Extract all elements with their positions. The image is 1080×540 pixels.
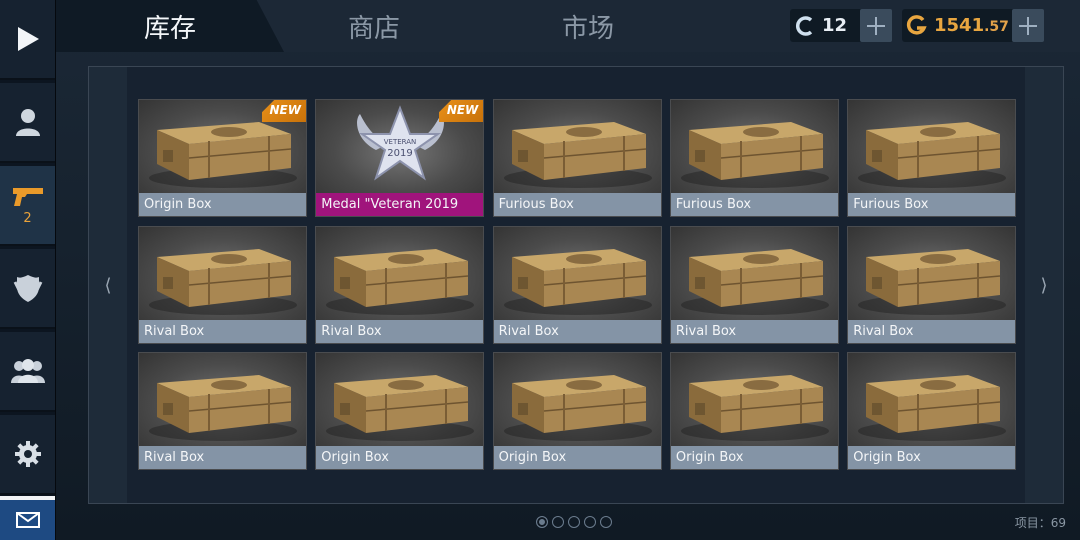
inventory-card-label: Rival Box (139, 319, 306, 343)
inventory-card[interactable]: Rival Box (315, 225, 485, 344)
crate-image (670, 353, 838, 447)
crate-image (139, 353, 306, 447)
crate-image (670, 100, 838, 194)
tab-market[interactable]: 市场 (502, 0, 674, 52)
add-credits-button[interactable] (860, 9, 892, 42)
shield-emblem-icon (13, 275, 42, 302)
crate-image (848, 100, 1016, 194)
sidebar-item-clan[interactable] (0, 249, 55, 329)
sidebar-item-settings[interactable] (0, 415, 55, 495)
top-bar: 库存 商店 市场 12 1541 .57 (56, 0, 1080, 52)
tab-inventory[interactable]: 库存 (56, 0, 284, 52)
inventory-card-label: Origin Box (139, 193, 306, 216)
new-badge: NEW (439, 100, 484, 122)
crate-image (670, 226, 838, 321)
inventory-card[interactable]: Rival Box (138, 352, 307, 470)
gold-value: 1541 (934, 15, 985, 36)
play-icon (17, 27, 39, 51)
inventory-card-label: Rival Box (848, 319, 1016, 343)
inventory-card[interactable]: Origin Box (492, 352, 662, 470)
tab-market-label: 市场 (561, 13, 614, 44)
sidebar-item-weapons[interactable]: 2 (0, 166, 55, 246)
crate-image (139, 226, 306, 321)
inventory-card[interactable]: Origin Box (315, 352, 485, 470)
credits-value: 12 (822, 15, 848, 36)
page-dot[interactable] (584, 516, 596, 528)
next-page-button[interactable]: ⟩ (1025, 67, 1063, 503)
item-count: 项目：69 (1014, 516, 1066, 530)
tab-inventory-label: 库存 (143, 13, 196, 44)
new-badge: NEW (262, 100, 306, 122)
inventory-screen: 2 库存 商店 市场 12 1541 .57 ⟨ ⟩ NEW Origin Bo… (0, 0, 1080, 540)
weapons-badge: 2 (23, 210, 32, 226)
prev-arrow-icon: ⟨ (104, 274, 112, 296)
prev-page-button[interactable]: ⟨ (89, 67, 127, 503)
inventory-panel: ⟨ ⟩ NEW Origin Box VETERAN 2019 NEW Medal … (88, 66, 1064, 504)
inventory-card-medal[interactable]: VETERAN 2019 NEW Medal "Veteran 2019 (315, 99, 485, 217)
crate-image (316, 226, 484, 321)
sidebar: 2 (0, 0, 56, 540)
inventory-card-label: Origin Box (670, 446, 838, 469)
inventory-card[interactable]: Rival Box (492, 225, 662, 344)
add-gold-button[interactable] (1012, 9, 1044, 42)
inventory-card-label: Rival Box (316, 319, 484, 343)
gold-display: 1541 .57 (902, 9, 1044, 42)
inventory-card[interactable]: Rival Box (669, 225, 839, 344)
inventory-card-label: Furious Box (493, 193, 661, 216)
inventory-card-label: Rival Box (139, 446, 306, 469)
sidebar-item-friends[interactable] (0, 332, 55, 412)
inventory-card[interactable]: NEW Origin Box (138, 99, 307, 217)
page-dot[interactable] (600, 516, 612, 528)
tab-shop-label: 商店 (347, 13, 400, 44)
inventory-card-label: Furious Box (670, 193, 838, 216)
crate-image (493, 100, 661, 194)
tab-shop[interactable]: 商店 (288, 0, 460, 52)
inventory-card-label: Rival Box (493, 319, 661, 343)
crate-image (848, 353, 1016, 447)
credits-display: 12 (790, 9, 892, 42)
inventory-card-label: Origin Box (316, 446, 484, 469)
pagination-dots (536, 516, 612, 528)
pistol-icon (12, 187, 43, 206)
crate-image (316, 353, 484, 447)
plus-icon (867, 16, 885, 35)
crate-image (848, 226, 1016, 321)
inventory-card-label: Medal "Veteran 2019 (316, 193, 484, 216)
page-dot[interactable] (552, 516, 564, 528)
inventory-card-label: Rival Box (670, 319, 838, 343)
inventory-card-label: Origin Box (493, 446, 661, 469)
inventory-card[interactable]: Furious Box (847, 99, 1017, 217)
crate-image (493, 353, 661, 447)
plus-icon (1019, 16, 1037, 35)
sidebar-item-profile[interactable] (0, 83, 55, 163)
inventory-card[interactable]: Furious Box (492, 99, 662, 217)
sidebar-item-mail[interactable] (0, 496, 55, 540)
sidebar-item-play[interactable] (0, 0, 55, 80)
page-dot[interactable] (536, 516, 548, 528)
person-icon (15, 109, 40, 136)
inventory-card[interactable]: Furious Box (669, 99, 839, 217)
group-icon (10, 359, 45, 383)
inventory-card[interactable]: Rival Box (138, 225, 307, 344)
svg-text:2019: 2019 (388, 148, 413, 159)
inventory-card-label: Origin Box (848, 446, 1016, 469)
inventory-card[interactable]: Origin Box (669, 352, 839, 470)
svg-text:VETERAN: VETERAN (384, 138, 417, 146)
crate-image (493, 226, 661, 321)
gear-icon (14, 441, 41, 467)
page-dot[interactable] (568, 516, 580, 528)
inventory-card[interactable]: Rival Box (847, 225, 1017, 344)
next-arrow-icon: ⟩ (1040, 274, 1048, 296)
envelope-icon (15, 512, 40, 528)
c-credit-icon (790, 9, 820, 42)
g-gold-icon (902, 9, 932, 42)
inventory-card-label: Furious Box (848, 193, 1016, 216)
inventory-card[interactable]: Origin Box (847, 352, 1017, 470)
gold-value-decimal: .57 (984, 19, 1009, 35)
